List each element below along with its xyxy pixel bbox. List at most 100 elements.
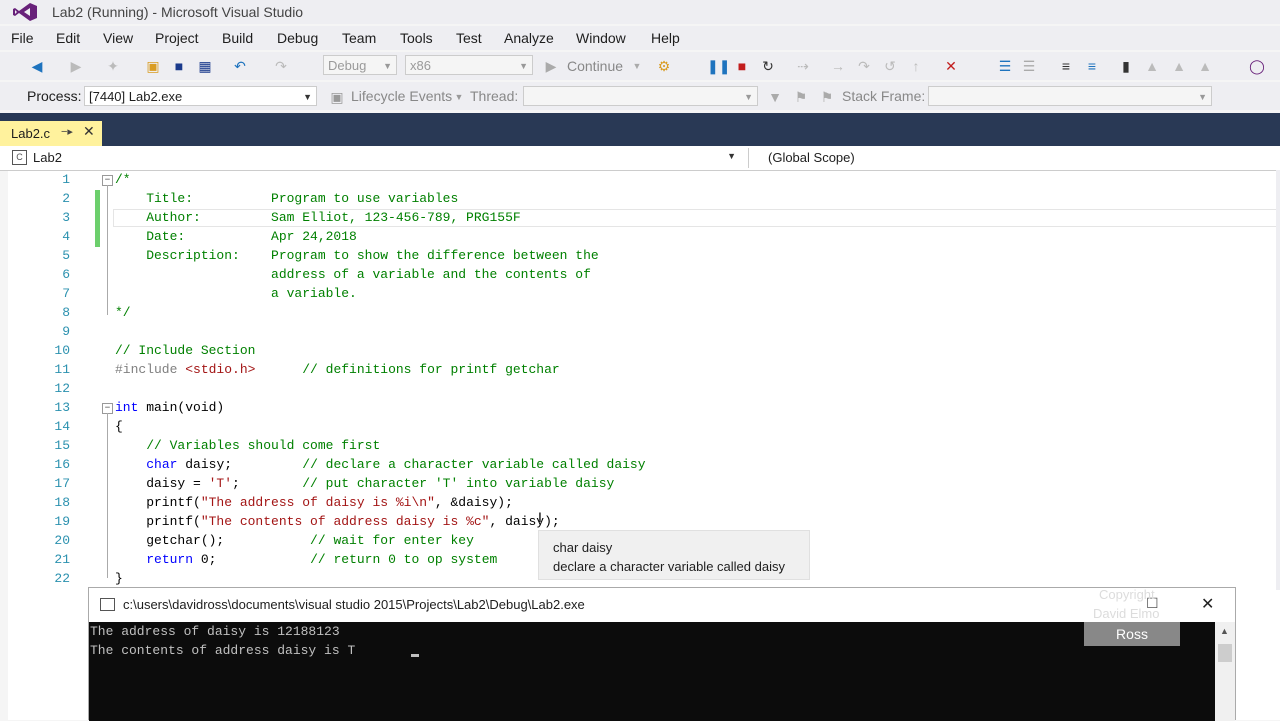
restart-icon[interactable]: ↻ (759, 57, 777, 75)
save-icon[interactable]: ■ (170, 57, 188, 75)
quick-info-tooltip: char daisy declare a character variable … (538, 530, 810, 580)
lifecycle-events-button[interactable]: Lifecycle Events (351, 88, 452, 104)
code-line-10: // Include Section (115, 343, 256, 358)
chevron-down-icon: ▼ (744, 92, 753, 102)
show-next-statement-icon[interactable]: ⇢ (794, 57, 812, 75)
inline-comment: // declare a character variable called d… (302, 457, 646, 472)
step-into-icon[interactable]: → (829, 57, 847, 75)
menu-build[interactable]: Build (222, 30, 253, 46)
scope-dropdown[interactable]: (Global Scope) (748, 148, 1280, 168)
project-dropdown[interactable]: C Lab2 ▼ (8, 148, 740, 168)
scroll-thumb[interactable] (1218, 644, 1232, 662)
inline-comment: // return 0 to op system (310, 552, 498, 567)
new-project-icon[interactable]: ✦ (104, 57, 122, 75)
chevron-down-icon[interactable]: ▼ (628, 57, 646, 75)
menu-team[interactable]: Team (342, 30, 376, 46)
console-window[interactable]: c:\users\davidross\documents\visual stud… (88, 587, 1236, 721)
prev-bookmark-icon[interactable]: ▲ (1143, 57, 1161, 75)
process-value: [7440] Lab2.exe (89, 89, 183, 104)
chevron-down-icon: ▼ (303, 92, 312, 102)
include-header: <stdio.h> (185, 362, 256, 377)
pause-icon[interactable]: ❚❚ (707, 57, 730, 75)
code-line-6: address of a variable and the contents o… (115, 267, 591, 282)
save-all-icon[interactable]: ▦ (196, 57, 214, 75)
editor-scrollbar[interactable] (1276, 170, 1280, 590)
line-number: 6 (62, 267, 70, 282)
menu-analyze[interactable]: Analyze (504, 30, 554, 46)
console-line-1: The address of daisy is 12188123 (90, 624, 340, 639)
string-literal: "The address of daisy is %i\n" (200, 495, 435, 510)
pin-icon[interactable]: −▸ (61, 125, 73, 138)
show-flagged-icon[interactable]: ⚑ (818, 88, 836, 106)
continue-button[interactable]: Continue (567, 58, 623, 74)
stack-frame-select[interactable]: ▼ (928, 86, 1212, 106)
menu-tools[interactable]: Tools (400, 30, 433, 46)
tooltip-signature: char daisy (553, 540, 613, 555)
open-file-icon[interactable]: ▣ (144, 57, 162, 75)
menu-window[interactable]: Window (576, 30, 626, 46)
menu-debug[interactable]: Debug (277, 30, 318, 46)
code-line-7: a variable. (115, 286, 357, 301)
tab-lab2-c[interactable]: Lab2.c −▸ ✕ (0, 121, 102, 146)
forward-icon[interactable]: ▶ (67, 57, 85, 75)
next-bookmark-icon[interactable]: ▲ (1170, 57, 1188, 75)
back-icon[interactable]: ◀ (28, 57, 46, 75)
code-text: 0; (193, 552, 311, 567)
code-line-20: getchar(); // wait for enter key (115, 532, 474, 551)
scroll-up-icon[interactable]: ▲ (1220, 626, 1229, 636)
line-number: 16 (54, 457, 70, 472)
line-number: 1 (62, 172, 70, 187)
line-number: 21 (54, 552, 70, 567)
menu-file[interactable]: File (11, 30, 34, 46)
step-over-icon-2[interactable]: ↺ (881, 57, 899, 75)
inline-comment: // definitions for printf getchar (302, 362, 560, 377)
console-scrollbar[interactable]: ▲ (1215, 622, 1235, 721)
change-indicator (95, 190, 100, 247)
attach-process-icon[interactable]: ⚙ (655, 57, 673, 75)
project-icon: C (12, 150, 27, 165)
process-select[interactable]: [7440] Lab2.exe ▼ (84, 86, 317, 106)
menu-project[interactable]: Project (155, 30, 199, 46)
console-icon (100, 598, 115, 611)
line-number: 9 (62, 324, 70, 339)
solution-config-select[interactable]: Debug ▼ (323, 55, 397, 75)
clear-bookmarks-icon[interactable]: ▲ (1196, 57, 1214, 75)
list-icon[interactable]: ☰ (996, 57, 1014, 75)
lightbulb-icon[interactable]: ◯ (1248, 57, 1266, 75)
code-line-4: Date: Apr 24,2018 (115, 229, 357, 244)
close-icon[interactable]: ✕ (83, 123, 95, 140)
line-number: 19 (54, 514, 70, 529)
step-out-icon[interactable]: ↑ (907, 57, 925, 75)
code-line-2: Title: Program to use variables (115, 191, 459, 206)
redo-icon[interactable]: ↷ (272, 57, 290, 75)
close-icon[interactable]: ✕ (1201, 594, 1214, 614)
uncomment-lines-icon[interactable]: ≡ (1083, 57, 1101, 75)
breakpoint-toggle-icon[interactable]: ✕ (942, 57, 960, 75)
play-icon[interactable]: ▶ (542, 57, 560, 75)
flag-thread-icon[interactable]: ⚑ (792, 88, 810, 106)
line-number: 5 (62, 248, 70, 263)
filter-icon[interactable]: ▼ (766, 88, 784, 106)
undo-icon[interactable]: ↶ (231, 57, 249, 75)
chevron-down-icon: ▼ (1198, 92, 1207, 102)
lifecycle-events-icon: ▣ (330, 89, 344, 105)
line-number: 22 (54, 571, 70, 586)
step-over-icon[interactable]: ↷ (855, 57, 873, 75)
thread-select[interactable]: ▼ (523, 86, 758, 106)
menu-help[interactable]: Help (651, 30, 680, 46)
comment-lines-icon[interactable]: ≡ (1057, 57, 1075, 75)
code-text: daisy; (177, 457, 303, 472)
bookmark-icon[interactable]: ▮ (1117, 57, 1135, 75)
code-text: printf( (115, 514, 201, 529)
menu-edit[interactable]: Edit (56, 30, 80, 46)
list-icon-2[interactable]: ☰ (1020, 57, 1038, 75)
menu-test[interactable]: Test (456, 30, 482, 46)
code-line-17: daisy = 'T'; // put character 'T' into v… (115, 475, 614, 494)
keyword: int (115, 400, 139, 415)
title-bar: Lab2 (Running) - Microsoft Visual Studio (0, 0, 1280, 24)
menu-view[interactable]: View (103, 30, 133, 46)
platform-select[interactable]: x86 ▼ (405, 55, 533, 75)
stop-icon[interactable]: ■ (733, 57, 751, 75)
process-label: Process: (27, 88, 82, 104)
